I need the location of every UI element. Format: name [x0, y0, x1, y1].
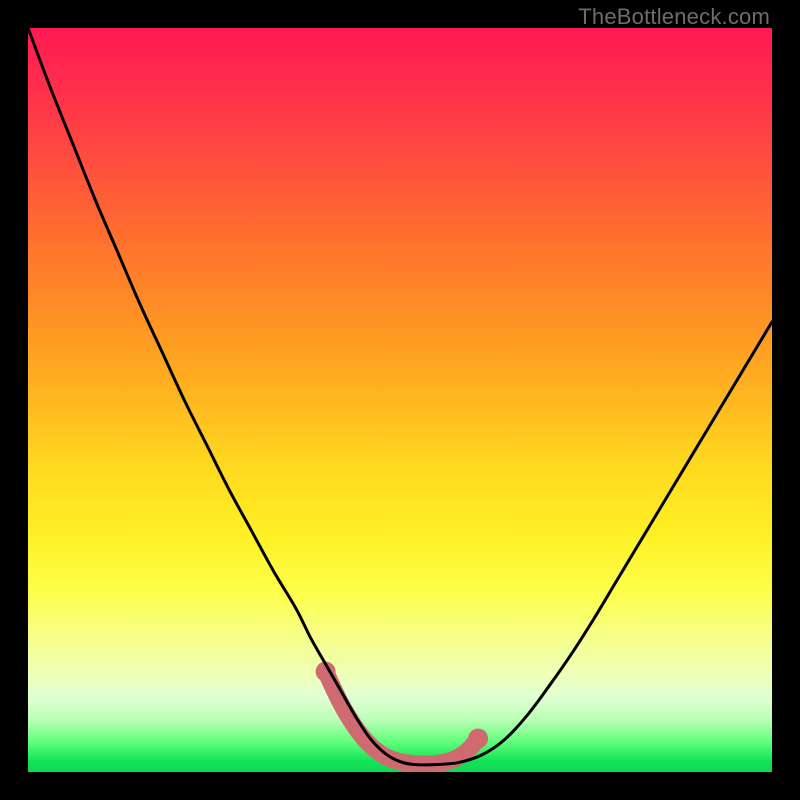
- plot-area: [28, 28, 772, 772]
- v-curve-path: [28, 28, 772, 765]
- chart-svg: [28, 28, 772, 772]
- chart-frame: TheBottleneck.com: [0, 0, 800, 800]
- pink-dot: [468, 729, 488, 749]
- watermark-text: TheBottleneck.com: [578, 4, 770, 30]
- pink-lowlight-path: [326, 672, 479, 765]
